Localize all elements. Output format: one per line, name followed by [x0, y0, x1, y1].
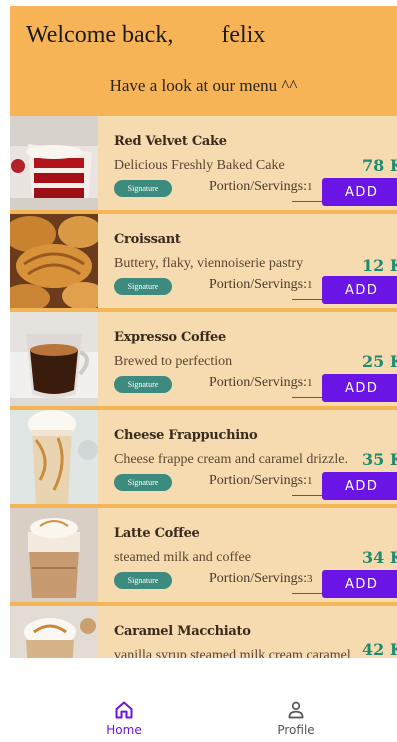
bottom-navigation: Home Profile — [0, 700, 397, 742]
croissant-image — [10, 214, 98, 308]
welcome-text: Welcome back, felix — [26, 22, 266, 48]
item-price: 78 K — [362, 156, 397, 175]
item-name: Caramel Macchiato — [114, 624, 251, 639]
espresso-coffee-image — [10, 312, 98, 406]
portion-label: Portion/Servings: — [209, 473, 308, 488]
portion-underline — [292, 299, 322, 300]
item-description: Brewed to perfection — [114, 354, 233, 369]
signature-badge: Signature — [114, 180, 172, 197]
signature-badge: Signature — [114, 376, 172, 393]
item-description: vanilla syrup steamed milk cream caramel — [114, 648, 351, 658]
nav-profile-label: Profile — [277, 723, 315, 737]
latte-image — [10, 508, 98, 602]
portion-value: 3 — [307, 573, 313, 585]
portion-field[interactable]: Portion/Servings:1 — [209, 179, 313, 195]
menu-item-red-velvet-cake: Red Velvet Cake Delicious Freshly Baked … — [10, 116, 397, 210]
add-button[interactable]: ADD — [322, 374, 397, 402]
red-velvet-cake-image — [10, 116, 98, 210]
portion-value: 1 — [307, 377, 313, 389]
add-button[interactable]: ADD — [322, 472, 397, 500]
portion-value: 1 — [307, 279, 313, 291]
header: Welcome back, felix Have a look at our m… — [10, 6, 397, 116]
nav-home[interactable]: Home — [64, 700, 184, 737]
portion-underline — [292, 593, 322, 594]
home-icon — [115, 701, 133, 719]
add-button[interactable]: ADD — [322, 276, 397, 304]
portion-label: Portion/Servings: — [209, 277, 308, 292]
item-name: Latte Coffee — [114, 526, 200, 541]
item-price: 12 K — [362, 256, 397, 275]
portion-underline — [292, 495, 322, 496]
nav-profile[interactable]: Profile — [236, 700, 356, 737]
nav-home-label: Home — [106, 723, 142, 737]
profile-icon — [288, 701, 304, 719]
portion-label: Portion/Servings: — [209, 179, 308, 194]
menu-screen: Welcome back, felix Have a look at our m… — [10, 6, 397, 658]
item-price: 42 K — [362, 640, 397, 658]
frappuccino-image — [10, 410, 98, 504]
item-price: 25 K — [362, 352, 397, 371]
portion-field[interactable]: Portion/Servings:3 — [209, 571, 313, 587]
item-name: Croissant — [114, 232, 181, 247]
portion-field[interactable]: Portion/Servings:1 — [209, 375, 313, 391]
item-name: Red Velvet Cake — [114, 134, 227, 149]
signature-badge: Signature — [114, 278, 172, 295]
item-description: steamed milk and coffee — [114, 550, 251, 565]
item-price: 34 K — [362, 548, 397, 567]
menu-item-croissant: Croissant Buttery, flaky, viennoiserie p… — [10, 214, 397, 308]
item-description: Buttery, flaky, viennoiserie pastry — [114, 256, 304, 271]
portion-label: Portion/Servings: — [209, 571, 308, 586]
add-button[interactable]: ADD — [322, 570, 397, 598]
portion-underline — [292, 397, 322, 398]
portion-value: 1 — [307, 181, 313, 193]
menu-item-cheese-frappuchino: Cheese Frappuchino Cheese frappe cream a… — [10, 410, 397, 504]
signature-badge: Signature — [114, 572, 172, 589]
item-price: 35 K — [362, 450, 397, 469]
menu-item-expresso-coffee: Expresso Coffee Brewed to perfection Sig… — [10, 312, 397, 406]
item-name: Expresso Coffee — [114, 330, 226, 345]
portion-field[interactable]: Portion/Servings:1 — [209, 473, 313, 489]
item-description: Delicious Freshly Baked Cake — [114, 158, 285, 173]
signature-badge: Signature — [114, 474, 172, 491]
portion-label: Portion/Servings: — [209, 375, 308, 390]
item-description: Cheese frappe cream and caramel drizzle. — [114, 452, 348, 467]
add-button[interactable]: ADD — [322, 178, 397, 206]
menu-item-caramel-macchiato: Caramel Macchiato vanilla syrup steamed … — [10, 606, 397, 658]
portion-underline — [292, 201, 322, 202]
menu-item-latte-coffee: Latte Coffee steamed milk and coffee Sig… — [10, 508, 397, 602]
portion-value: 1 — [307, 475, 313, 487]
portion-field[interactable]: Portion/Servings:1 — [209, 277, 313, 293]
menu-subtitle: Have a look at our menu ^^ — [109, 76, 298, 95]
item-name: Cheese Frappuchino — [114, 428, 258, 443]
caramel-macchiato-image — [10, 606, 98, 658]
